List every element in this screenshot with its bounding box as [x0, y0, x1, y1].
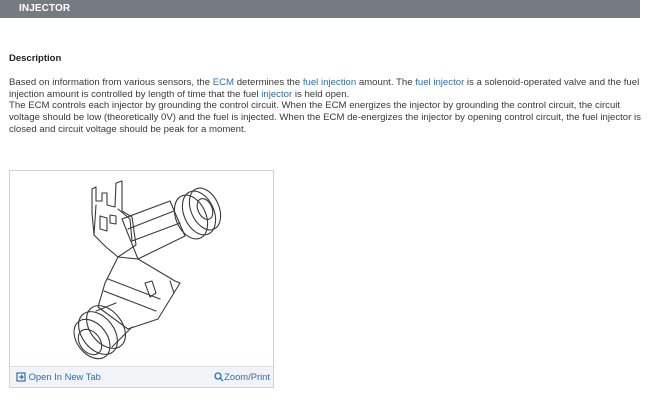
description-paragraph-1: Based on information from various sensor…	[9, 77, 641, 100]
paragraph-text: is held open.	[292, 88, 350, 100]
open-new-tab-link[interactable]: Open In New Tab	[16, 371, 101, 382]
description-paragraph-2: The ECM controls each injector by ground…	[9, 100, 641, 135]
term-link[interactable]: ECM	[213, 77, 234, 88]
description-body: Based on information from various sensor…	[9, 77, 641, 136]
injector-illustration	[73, 180, 222, 360]
open-new-tab-icon	[16, 372, 26, 382]
figure-toolbar: Open In New Tab Zoom/Print	[10, 366, 273, 387]
zoom-print-label: Zoom/Print	[224, 371, 270, 382]
page-title: INJECTOR	[19, 3, 71, 14]
paragraph-text: determines the	[234, 77, 303, 88]
paragraph-text: Based on information from various sensor…	[9, 77, 213, 88]
description-heading: Description	[9, 53, 62, 64]
zoom-print-link[interactable]: Zoom/Print	[214, 371, 270, 382]
zoom-icon	[214, 372, 224, 382]
term-link[interactable]: fuel injection	[303, 77, 356, 88]
paragraph-text: amount. The	[356, 77, 416, 88]
section-header-bar: INJECTOR	[0, 0, 640, 18]
figure-card: Open In New Tab Zoom/Print	[9, 170, 274, 388]
term-link[interactable]: injector	[261, 89, 292, 100]
open-new-tab-label: Open In New Tab	[28, 371, 101, 382]
term-link[interactable]: fuel injector	[415, 77, 464, 88]
